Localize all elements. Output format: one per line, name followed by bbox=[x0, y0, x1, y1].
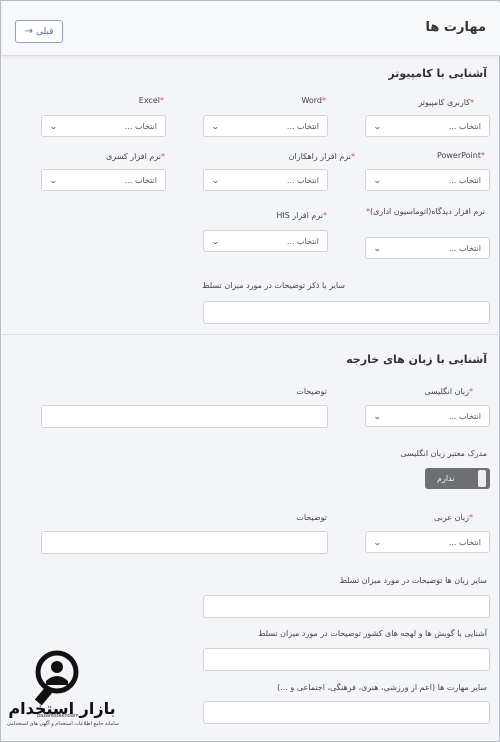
label-word: *Word bbox=[301, 96, 326, 105]
label-computer-other: سایر با ذکر توضیحات در مورد میزان تسلط bbox=[202, 281, 345, 290]
label-dialects: آشنایی با گویش ها و لهجه های کشور توضیحا… bbox=[258, 629, 487, 638]
select-rahkaran[interactable]: انتخاب ... ⌄ bbox=[203, 169, 328, 191]
label-arabic: *زبان عربی bbox=[433, 513, 473, 522]
back-label: قبلی bbox=[35, 26, 54, 37]
label-excel: *Excel bbox=[138, 96, 164, 105]
select-value: انتخاب ... bbox=[448, 121, 481, 131]
select-word[interactable]: انتخاب ... ⌄ bbox=[203, 115, 328, 137]
select-value: انتخاب ... bbox=[448, 243, 481, 253]
chevron-down-icon: ⌄ bbox=[372, 243, 382, 253]
input-other-languages[interactable] bbox=[203, 595, 490, 618]
chevron-down-icon: ⌄ bbox=[372, 121, 382, 131]
select-his[interactable]: انتخاب ... ⌄ bbox=[203, 230, 328, 252]
select-kasra[interactable]: انتخاب ... ⌄ bbox=[41, 169, 166, 191]
logo-subtext: سامانه جامع اطلاعات استخدام و آگهی های ا… bbox=[7, 721, 119, 727]
input-other-skills[interactable] bbox=[203, 701, 490, 724]
toggle-english-certificate[interactable]: ندارم bbox=[425, 468, 490, 489]
label-other-skills: سایر مهارت ها (اعم از ورزشی، هنری، فرهنگ… bbox=[277, 683, 487, 692]
chevron-down-icon: ⌄ bbox=[372, 537, 382, 547]
label-powerpoint: *PowerPoint bbox=[436, 151, 485, 160]
back-button[interactable]: قبلی → bbox=[15, 20, 63, 43]
select-value: انتخاب ... bbox=[124, 175, 157, 185]
label-his: *نرم افزار HIS bbox=[276, 211, 327, 220]
input-computer-other[interactable] bbox=[203, 301, 490, 324]
section-title-languages: آشنایی با زبان های خارجه bbox=[346, 353, 487, 366]
select-value: انتخاب ... bbox=[286, 121, 319, 131]
chevron-down-icon: ⌄ bbox=[372, 411, 382, 421]
form-window: مهارت ها قبلی → آشنایی با کامپیوتر *کارب… bbox=[0, 0, 500, 742]
label-english: *زبان انگلیسی bbox=[424, 387, 473, 396]
select-value: انتخاب ... bbox=[448, 175, 481, 185]
chevron-down-icon: ⌄ bbox=[210, 175, 220, 185]
label-didgah: نرم افزار دیدگاه(اتوماسیون اداری)* bbox=[366, 207, 485, 216]
section-divider bbox=[2, 334, 500, 335]
label-computer-usage: *کاربری کامپیوتر bbox=[418, 98, 474, 107]
chevron-down-icon: ⌄ bbox=[210, 121, 220, 131]
select-excel[interactable]: انتخاب ... ⌄ bbox=[41, 115, 166, 137]
select-value: انتخاب ... bbox=[448, 411, 481, 421]
logo-text: بازار استخدام bbox=[8, 699, 116, 718]
select-arabic[interactable]: انتخاب ... ⌄ bbox=[365, 531, 490, 553]
select-value: انتخاب ... bbox=[286, 175, 319, 185]
toggle-knob bbox=[478, 470, 486, 487]
label-english-certificate: مدرک معتبر زبان انگلیسی bbox=[400, 449, 487, 458]
label-kasra: *نرم افزار کسری bbox=[106, 152, 165, 161]
section-title-computer: آشنایی با کامپیوتر bbox=[388, 67, 487, 80]
select-didgah[interactable]: انتخاب ... ⌄ bbox=[365, 237, 490, 259]
arrow-right-icon: → bbox=[24, 26, 33, 37]
select-computer-usage[interactable]: انتخاب ... ⌄ bbox=[365, 115, 490, 137]
select-english[interactable]: انتخاب ... ⌄ bbox=[365, 405, 490, 427]
select-value: انتخاب ... bbox=[124, 121, 157, 131]
label-rahkaran: *نرم افزار راهکاران bbox=[288, 152, 355, 161]
label-english-desc: توضیحات bbox=[296, 387, 327, 396]
input-dialects[interactable] bbox=[203, 648, 490, 671]
chevron-down-icon: ⌄ bbox=[210, 236, 220, 246]
page-title: مهارت ها bbox=[425, 20, 486, 35]
chevron-down-icon: ⌄ bbox=[48, 175, 58, 185]
chevron-down-icon: ⌄ bbox=[372, 175, 382, 185]
label-arabic-desc: توضیحات bbox=[296, 513, 327, 522]
input-english-desc[interactable] bbox=[41, 405, 328, 428]
input-arabic-desc[interactable] bbox=[41, 531, 328, 554]
toggle-label: ندارم bbox=[437, 474, 455, 483]
header-bar: مهارت ها قبلی → bbox=[2, 2, 500, 56]
select-value: انتخاب ... bbox=[286, 236, 319, 246]
select-powerpoint[interactable]: انتخاب ... ⌄ bbox=[365, 169, 490, 191]
label-other-languages: سایر زبان ها توضیحات در مورد میزان تسلط bbox=[339, 576, 487, 585]
chevron-down-icon: ⌄ bbox=[48, 121, 58, 131]
select-value: انتخاب ... bbox=[448, 537, 481, 547]
